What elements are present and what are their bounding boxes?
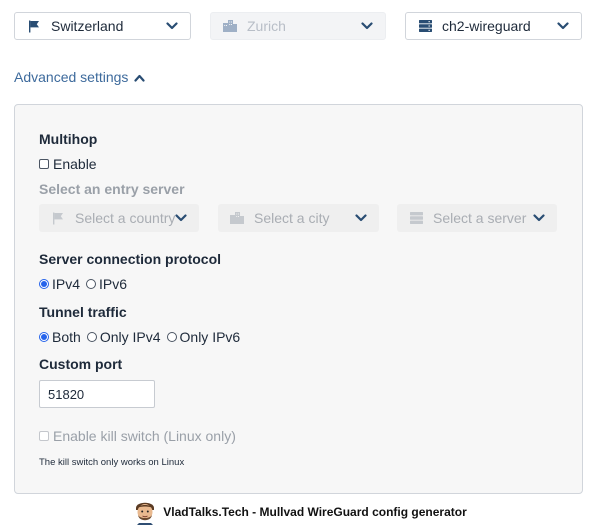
chevron-down-icon [361,19,375,33]
city-icon [223,19,237,33]
killswitch-row: Enable kill switch (Linux only) [39,428,236,444]
chevron-down-icon [175,211,189,225]
server-select-value: ch2-wireguard [442,18,531,34]
chevron-down-icon [533,211,547,225]
footer: VladTalks.Tech - Mullvad WireGuard confi… [0,497,600,526]
entry-country-placeholder: Select a country [75,210,175,226]
server-icon [409,211,423,225]
chevron-up-icon [134,69,146,85]
avatar-icon [133,499,157,525]
country-select[interactable]: Switzerland [14,12,191,40]
multihop-enable-label: Enable [53,156,97,172]
entry-server-heading: Select an entry server [39,181,185,197]
protocol-heading: Server connection protocol [39,251,222,267]
entry-country-select[interactable]: Select a country [39,204,199,232]
footer-text: VladTalks.Tech - Mullvad WireGuard confi… [163,504,467,519]
custom-port-input[interactable]: 51820 [39,380,155,408]
tunnel-option-ipv6[interactable]: Only IPv6 [166,329,240,345]
chevron-down-icon [355,211,369,225]
tunnel-options: Both Only IPv4 Only IPv6 [39,329,246,345]
protocol-option-ipv4[interactable]: IPv4 [39,276,80,292]
flag-icon [51,211,65,225]
tunnel-heading: Tunnel traffic [39,304,127,320]
entry-city-placeholder: Select a city [254,210,330,226]
entry-server-placeholder: Select a server [433,210,527,226]
chevron-down-icon [166,19,180,33]
killswitch-note: The kill switch only works on Linux [39,457,185,468]
radio-only-ipv4[interactable] [86,332,97,342]
radio-ipv6[interactable] [86,279,97,289]
radio-both[interactable] [39,332,49,342]
radio-ipv4[interactable] [39,279,49,289]
server-select[interactable]: ch2-wireguard [405,12,582,40]
custom-port-heading: Custom port [39,356,123,372]
city-icon [230,211,244,225]
protocol-options: IPv4 IPv6 [39,276,133,292]
protocol-option-ipv6[interactable]: IPv6 [86,276,127,292]
city-select-value: Zurich [247,18,286,34]
tunnel-option-both[interactable]: Both [39,329,81,345]
multihop-heading: Multihop [39,131,98,147]
advanced-settings-label: Advanced settings [14,69,129,85]
flag-icon [27,19,41,33]
killswitch-label: Enable kill switch (Linux only) [53,428,236,444]
killswitch-checkbox[interactable] [39,431,49,441]
entry-server-select[interactable]: Select a server [397,204,557,232]
advanced-settings-toggle[interactable]: Advanced settings [14,69,146,85]
tunnel-option-ipv4[interactable]: Only IPv4 [86,329,161,345]
city-select[interactable]: Zurich [210,12,386,40]
multihop-enable-checkbox[interactable] [39,159,49,169]
country-select-value: Switzerland [51,18,124,34]
multihop-enable-row: Enable [39,156,97,172]
radio-only-ipv6[interactable] [166,332,177,342]
chevron-down-icon [557,19,571,33]
entry-city-select[interactable]: Select a city [218,204,379,232]
server-icon [418,19,432,33]
